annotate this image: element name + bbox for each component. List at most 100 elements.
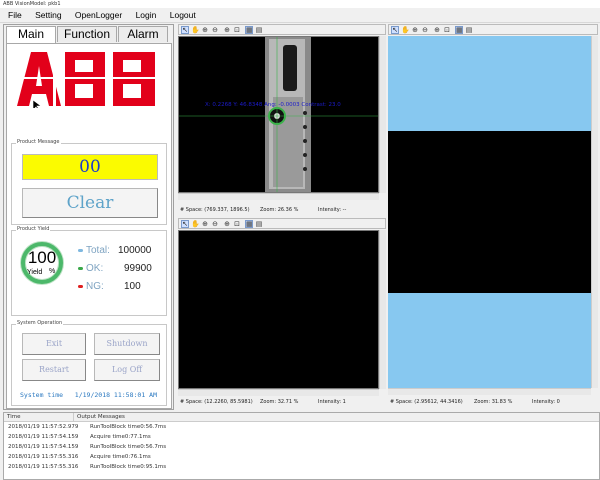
grid-icon[interactable]: ▦ [245,220,253,228]
menu-login[interactable]: Login [136,10,157,20]
menu-bar: File Setting OpenLogger Login Logout [0,8,600,23]
table-icon[interactable]: ▤ [255,220,263,228]
view1-toolbar: ↖ ✋ ⊕ ⊖ ⊕ ⊡ ▦ ▤ [178,24,386,35]
log-message-header[interactable]: Output Messages [74,413,599,422]
tab-function[interactable]: Function [57,26,117,42]
view3-space: # Space: (2.95612, 44.3416) [390,399,463,405]
zoom-region-icon[interactable]: ⊡ [443,26,451,34]
grid-icon[interactable]: ▦ [245,26,253,34]
log-row-time: 2018/01/19 11:57:55.316 [8,454,79,460]
view3-zoom: Zoom: 31.83 % [474,399,513,405]
ng-row: NG: 100 [78,281,141,292]
system-time: System time 1/19/2018 11:58:01 AM [20,391,157,399]
zoom-in-icon[interactable]: ⊕ [201,26,209,34]
product-message-label: Product Message [16,139,61,145]
grid-icon[interactable]: ▦ [455,26,463,34]
system-time-label: System time [20,391,64,399]
system-operation-label: System Operation [16,320,64,326]
log-row-message: Acquire time0:77.1ms [90,434,151,440]
log-row: 2018/01/19 11:57:55.316 Acquire time0:76.… [8,454,151,460]
view3-status-bar: # Space: (2.95612, 44.3416) Zoom: 31.83 … [388,398,598,407]
zoom-out-icon[interactable]: ⊖ [421,26,429,34]
pointer-icon[interactable]: ↖ [181,26,189,34]
log-row-message: Acquire time0:76.1ms [90,454,151,460]
view1-horizontal-scrollbar[interactable] [178,193,379,200]
view3-horizontal-scrollbar[interactable] [388,388,591,395]
tab-main[interactable]: Main [6,26,56,43]
restart-button[interactable]: Restart [22,359,86,381]
view1-vertical-scrollbar[interactable] [379,36,386,193]
view1-status-bar: # Space: (769.337, 1896.5) Zoom: 26.36 %… [178,206,386,215]
zoom-in-icon[interactable]: ⊕ [411,26,419,34]
menu-file[interactable]: File [8,10,22,20]
pan-icon[interactable]: ✋ [191,26,200,34]
table-icon[interactable]: ▤ [255,26,263,34]
zoom-fit-icon[interactable]: ⊕ [433,26,441,34]
view1-space: # Space: (769.337, 1896.5) [180,207,250,213]
view3-vertical-scrollbar[interactable] [591,36,598,388]
exit-button[interactable]: Exit [22,333,86,355]
total-value: 100000 [118,245,152,256]
view3-toolbar: ↖ ✋ ⊕ ⊖ ⊕ ⊡ ▦ ▤ [388,24,598,35]
output-log: Time Output Messages 2018/01/19 11:57:52… [3,412,600,480]
zoom-in-icon[interactable]: ⊕ [201,220,209,228]
pointer-icon[interactable]: ↖ [391,26,399,34]
ng-label: NG: [86,281,104,292]
view2-space: # Space: (12.2260, 85.5981) [180,399,253,405]
system-time-value: 1/19/2018 11:58:01 AM [74,391,157,399]
tab-main-content: Product Message 00 Clear Product Yield 1… [6,43,172,409]
zoom-region-icon[interactable]: ⊡ [233,26,241,34]
shutdown-button[interactable]: Shutdown [94,333,160,355]
view2-zoom: Zoom: 32.71 % [260,399,299,405]
view3-image[interactable] [388,36,591,388]
pan-icon[interactable]: ✋ [191,220,200,228]
yield-label: Yield [27,269,43,276]
view2-image[interactable] [178,230,379,389]
log-row-message: RunToolBlock time0:56.7ms [90,424,167,430]
view1-result-overlay: X: 0.2268 Y: 46.8348 Ang: -0.0003 Contra… [205,102,341,108]
window-title: ABB VisionModel: pkb1 [0,0,600,8]
table-icon[interactable]: ▤ [465,26,473,34]
view3-camera-image [388,131,591,293]
view2-horizontal-scrollbar[interactable] [178,389,379,396]
logoff-button[interactable]: Log Off [94,359,160,381]
log-row-time: 2018/01/19 11:57:54.159 [8,444,79,450]
zoom-out-icon[interactable]: ⊖ [211,26,219,34]
log-row: 2018/01/19 11:57:52.979 RunToolBlock time… [8,424,166,430]
total-row: Total: 100000 [78,245,151,256]
pointer-icon[interactable]: ↖ [181,220,189,228]
zoom-fit-icon[interactable]: ⊕ [223,26,231,34]
log-row: 2018/01/19 11:57:54.159 RunToolBlock time… [8,444,166,450]
ng-value: 100 [124,281,141,292]
log-row-time: 2018/01/19 11:57:52.979 [8,424,79,430]
log-time-header[interactable]: Time [4,413,74,422]
total-label: Total: [86,245,110,256]
ok-row: OK: 99900 [78,263,152,274]
log-row-message: RunToolBlock time0:95.1ms [90,464,167,470]
tab-alarm[interactable]: Alarm [118,26,168,42]
menu-logout[interactable]: Logout [170,10,196,20]
yield-percent: 100 [27,248,57,267]
view2-status-bar: # Space: (12.2260, 85.5981) Zoom: 32.71 … [178,398,386,407]
view1-camera-image [179,37,378,192]
view2-vertical-scrollbar[interactable] [379,230,386,389]
menu-setting[interactable]: Setting [35,10,61,20]
clear-button[interactable]: Clear [22,188,158,218]
view1-image[interactable]: X: 0.2268 Y: 46.8348 Ang: -0.0003 Contra… [178,36,379,193]
ok-label: OK: [86,263,104,274]
product-message-group: Product Message 00 Clear [11,139,167,225]
ng-dot-icon [78,284,83,288]
menu-openlogger[interactable]: OpenLogger [75,10,122,20]
log-row-time: 2018/01/19 11:57:54.159 [8,434,79,440]
mouse-cursor-icon [32,99,42,108]
log-row: 2018/01/19 11:57:55.316 RunToolBlock time… [8,464,166,470]
zoom-fit-icon[interactable]: ⊕ [223,220,231,228]
zoom-out-icon[interactable]: ⊖ [211,220,219,228]
ok-dot-icon [78,266,83,270]
view2-toolbar: ↖ ✋ ⊕ ⊖ ⊕ ⊡ ▦ ▤ [178,218,386,229]
ok-value: 99900 [124,263,152,274]
zoom-region-icon[interactable]: ⊡ [233,220,241,228]
log-row: 2018/01/19 11:57:54.159 Acquire time0:77.… [8,434,151,440]
yield-gauge: 100 Yield % [18,239,66,287]
pan-icon[interactable]: ✋ [401,26,410,34]
